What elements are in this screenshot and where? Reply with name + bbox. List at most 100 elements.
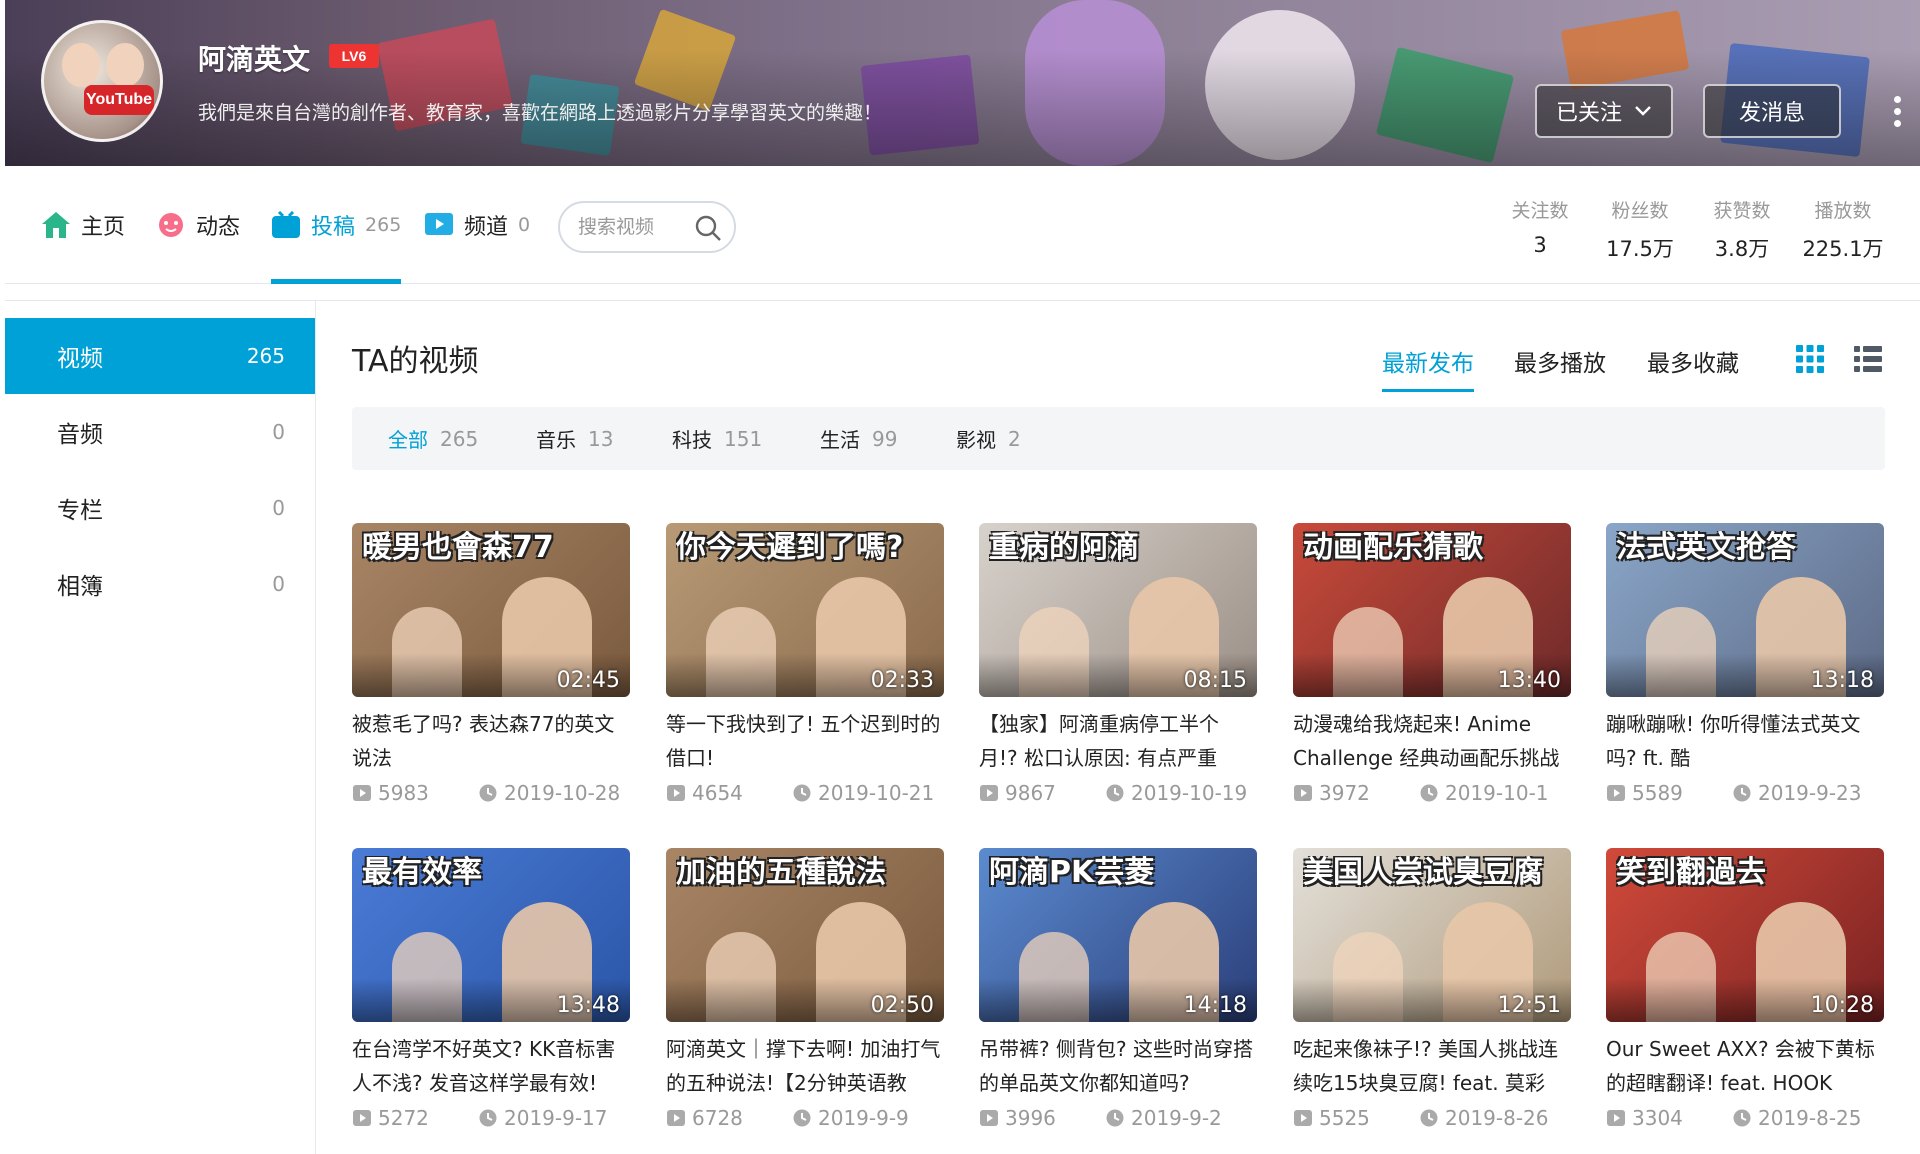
tag-film[interactable]: 影视 2 bbox=[956, 407, 1021, 470]
play-count-icon bbox=[1294, 785, 1312, 801]
play-count-icon bbox=[667, 785, 685, 801]
play-count: 3304 bbox=[1632, 1106, 1683, 1130]
video-thumbnail[interactable]: 美国人尝试臭豆腐 12:51 bbox=[1293, 848, 1571, 1022]
video-meta: 3996 2019-9-2 bbox=[979, 1106, 1257, 1130]
search-icon[interactable] bbox=[694, 214, 722, 242]
sidebar-item-audio[interactable]: 音频 0 bbox=[5, 394, 315, 470]
video-title[interactable]: 蹦啾蹦啾! 你听得懂法式英文吗? ft. 酷 bbox=[1606, 707, 1884, 775]
publish-date: 2019-9-23 bbox=[1758, 781, 1862, 805]
grid-view-icon[interactable] bbox=[1795, 344, 1825, 374]
sidebar-divider bbox=[315, 300, 316, 1154]
profile-banner: YouTube 阿滴英文 LV6 我們是來自台灣的創作者、教育家，喜歡在網路上透… bbox=[5, 0, 1920, 166]
stat-following[interactable]: 关注数 3 bbox=[1499, 196, 1581, 257]
content-divider bbox=[5, 300, 1920, 301]
tab-contribute[interactable]: 投稿 265 bbox=[271, 166, 402, 284]
stat-fans[interactable]: 粉丝数 17.5万 bbox=[1595, 196, 1685, 263]
video-duration: 02:50 bbox=[870, 993, 934, 1018]
user-sign: 我們是來自台灣的創作者、教育家，喜歡在網路上透過影片分享學習英文的樂趣！ bbox=[198, 102, 883, 124]
play-count: 5525 bbox=[1319, 1106, 1370, 1130]
thumbnail-caption: 笑到翻過去 bbox=[1616, 856, 1766, 890]
stat-likes: 获赞数 3.8万 bbox=[1713, 200, 1771, 261]
thumbnail-caption: 加油的五種說法 bbox=[676, 856, 886, 890]
play-count: 4654 bbox=[692, 781, 743, 805]
video-meta: 3304 2019-8-25 bbox=[1606, 1106, 1884, 1130]
video-card[interactable]: 阿滴PK芸菱 14:18 吊带裤? 侧背包? 这些时尚穿搭的单品英文你都知道吗? 39… bbox=[979, 848, 1257, 1130]
play-count: 5272 bbox=[378, 1106, 429, 1130]
video-card[interactable]: 法式英文抢答 13:18 蹦啾蹦啾! 你听得懂法式英文吗? ft. 酷 5589 201… bbox=[1606, 523, 1884, 805]
sort-most-favorited[interactable]: 最多收藏 bbox=[1647, 344, 1739, 378]
thumbnail-caption: 美国人尝试臭豆腐 bbox=[1303, 856, 1543, 890]
video-meta: 5589 2019-9-23 bbox=[1606, 781, 1884, 805]
user-name[interactable]: 阿滴英文 bbox=[198, 38, 310, 78]
video-title[interactable]: 动漫魂给我烧起来! Anime Challenge 经典动画配乐挑战 bbox=[1293, 707, 1571, 775]
sidebar-item-video[interactable]: 视频 265 bbox=[5, 318, 315, 394]
avatar[interactable]: YouTube bbox=[41, 20, 163, 142]
video-card[interactable]: 笑到翻過去 10:28 Our Sweet AXX? 会被下黄标的超瞎翻译! fea… bbox=[1606, 848, 1884, 1130]
list-view-icon[interactable] bbox=[1853, 344, 1883, 374]
play-count: 9867 bbox=[1005, 781, 1056, 805]
thumbnail-caption: 阿滴PK芸菱 bbox=[989, 856, 1155, 890]
video-card[interactable]: 美国人尝试臭豆腐 12:51 吃起来像袜子!? 美国人挑战连续吃15块臭豆腐! fe… bbox=[1293, 848, 1571, 1130]
follow-button[interactable]: 已关注 bbox=[1535, 84, 1673, 138]
video-card[interactable]: 最有效率 13:48 在台湾学不好英文? KK音标害人不浅? 发音这样学最有效! 52… bbox=[352, 848, 630, 1130]
clock-icon bbox=[1733, 1109, 1751, 1127]
video-thumbnail[interactable]: 重病的阿滴 08:15 bbox=[979, 523, 1257, 697]
video-title[interactable]: 在台湾学不好英文? KK音标害人不浅? 发音这样学最有效! bbox=[352, 1032, 630, 1100]
sort-most-played[interactable]: 最多播放 bbox=[1514, 344, 1606, 378]
video-thumbnail[interactable]: 阿滴PK芸菱 14:18 bbox=[979, 848, 1257, 1022]
play-count: 5983 bbox=[378, 781, 429, 805]
video-meta: 3972 2019-10-1 bbox=[1293, 781, 1571, 805]
video-title[interactable]: 吃起来像袜子!? 美国人挑战连续吃15块臭豆腐! feat. 莫彩 bbox=[1293, 1032, 1571, 1100]
video-title[interactable]: Our Sweet AXX? 会被下黄标的超瞎翻译! feat. HOOK bbox=[1606, 1032, 1884, 1100]
video-thumbnail[interactable]: 暖男也會森77 02:45 bbox=[352, 523, 630, 697]
video-meta: 6728 2019-9-9 bbox=[666, 1106, 944, 1130]
tag-all[interactable]: 全部 265 bbox=[388, 407, 478, 470]
clock-icon bbox=[1420, 784, 1438, 802]
video-title[interactable]: 吊带裤? 侧背包? 这些时尚穿搭的单品英文你都知道吗? bbox=[979, 1032, 1257, 1100]
search-input[interactable] bbox=[578, 216, 690, 238]
tab-channel[interactable]: 频道 0 bbox=[424, 166, 530, 284]
tab-home[interactable]: 主页 bbox=[41, 166, 125, 284]
play-count-icon bbox=[980, 1110, 998, 1126]
video-card[interactable]: 暖男也會森77 02:45 被惹毛了吗? 表达森77的英文说法 5983 2019-10… bbox=[352, 523, 630, 805]
clock-icon bbox=[479, 784, 497, 802]
publish-date: 2019-10-19 bbox=[1131, 781, 1248, 805]
play-count-icon bbox=[1607, 1110, 1625, 1126]
play-count: 6728 bbox=[692, 1106, 743, 1130]
video-card[interactable]: 加油的五種說法 02:50 阿滴英文｜撑下去啊! 加油打气的五种说法!【2分钟英语教… bbox=[666, 848, 944, 1130]
publish-date: 2019-10-1 bbox=[1445, 781, 1549, 805]
video-card[interactable]: 重病的阿滴 08:15 【独家】阿滴重病停工半个月!? 松口认原因: 有点严重 986… bbox=[979, 523, 1257, 805]
sort-latest[interactable]: 最新发布 bbox=[1382, 344, 1474, 392]
tab-dynamic[interactable]: 动态 bbox=[156, 166, 240, 284]
video-duration: 10:28 bbox=[1810, 993, 1874, 1018]
clock-icon bbox=[1733, 784, 1751, 802]
thumbnail-caption: 动画配乐猜歌 bbox=[1303, 531, 1483, 565]
video-title[interactable]: 等一下我快到了! 五个迟到时的借口! bbox=[666, 707, 944, 775]
thumbnail-caption: 重病的阿滴 bbox=[989, 531, 1139, 565]
video-thumbnail[interactable]: 你今天遲到了嗎? 02:33 bbox=[666, 523, 944, 697]
publish-date: 2019-9-17 bbox=[504, 1106, 608, 1130]
video-thumbnail[interactable]: 动画配乐猜歌 13:40 bbox=[1293, 523, 1571, 697]
tag-music[interactable]: 音乐 13 bbox=[536, 407, 613, 470]
more-menu-icon[interactable] bbox=[1891, 96, 1903, 130]
video-title[interactable]: 【独家】阿滴重病停工半个月!? 松口认原因: 有点严重 bbox=[979, 707, 1257, 775]
video-card[interactable]: 动画配乐猜歌 13:40 动漫魂给我烧起来! Anime Challenge 经典动… bbox=[1293, 523, 1571, 805]
video-title[interactable]: 阿滴英文｜撑下去啊! 加油打气的五种说法!【2分钟英语教 bbox=[666, 1032, 944, 1100]
video-thumbnail[interactable]: 加油的五種說法 02:50 bbox=[666, 848, 944, 1022]
video-thumbnail[interactable]: 笑到翻過去 10:28 bbox=[1606, 848, 1884, 1022]
video-card[interactable]: 你今天遲到了嗎? 02:33 等一下我快到了! 五个迟到时的借口! 4654 2019-… bbox=[666, 523, 944, 805]
dynamic-icon bbox=[159, 213, 183, 237]
video-thumbnail[interactable]: 法式英文抢答 13:18 bbox=[1606, 523, 1884, 697]
play-count: 5589 bbox=[1632, 781, 1683, 805]
publish-date: 2019-8-26 bbox=[1445, 1106, 1549, 1130]
video-title[interactable]: 被惹毛了吗? 表达森77的英文说法 bbox=[352, 707, 630, 775]
publish-date: 2019-10-21 bbox=[818, 781, 935, 805]
sidebar-item-article[interactable]: 专栏 0 bbox=[5, 470, 315, 546]
contribute-icon bbox=[272, 211, 300, 238]
sidebar-item-album[interactable]: 相簿 0 bbox=[5, 546, 315, 622]
message-button[interactable]: 发消息 bbox=[1703, 84, 1841, 138]
video-duration: 08:15 bbox=[1183, 668, 1247, 693]
tag-life[interactable]: 生活 99 bbox=[820, 407, 897, 470]
video-thumbnail[interactable]: 最有效率 13:48 bbox=[352, 848, 630, 1022]
tag-tech[interactable]: 科技 151 bbox=[672, 407, 762, 470]
